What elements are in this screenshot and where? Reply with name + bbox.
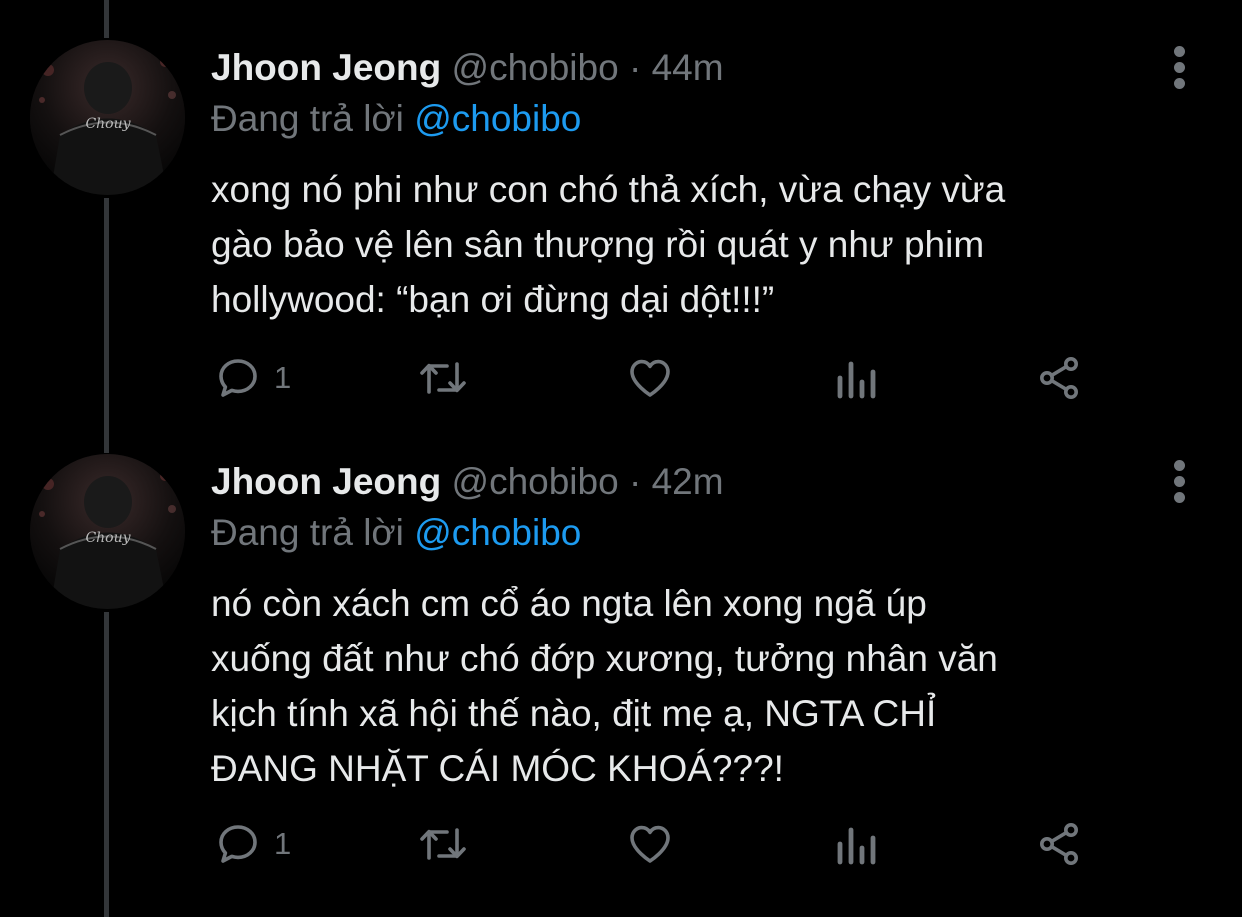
avatar-image: Chouy [30, 40, 185, 195]
share-button[interactable] [1036, 348, 1084, 408]
tweet-text: xong nó phi như con chó thả xích, vừa ch… [211, 169, 1006, 320]
retweet-icon [420, 362, 466, 394]
more-icon-dot [1174, 62, 1185, 73]
more-icon-dot [1174, 492, 1185, 503]
tweet[interactable]: Chouy Jhoon Jeong @chobibo · 42m Đang tr… [0, 440, 1242, 917]
svg-text:Chouy: Chouy [85, 530, 131, 546]
separator-dot: · [628, 461, 642, 502]
like-icon [630, 825, 670, 863]
like-button[interactable] [625, 348, 675, 408]
like-icon [630, 359, 670, 397]
replying-to: Đang trả lời @chobibo [211, 508, 581, 558]
action-bar: 1 [0, 348, 1242, 408]
separator-dot: · [628, 47, 642, 88]
author-name[interactable]: Jhoon Jeong [211, 461, 441, 502]
more-icon [1174, 460, 1185, 471]
replying-to: Đang trả lời @chobibo [211, 94, 581, 144]
tweet-text: nó còn xách cm cổ áo ngta lên xong ngã ú… [211, 583, 998, 789]
analytics-button[interactable] [834, 814, 878, 874]
like-button[interactable] [625, 814, 675, 874]
avatar-image: Chouy [30, 454, 185, 609]
more-icon-dot [1174, 78, 1185, 89]
svg-text:Chouy: Chouy [85, 116, 131, 132]
tweet-header: Jhoon Jeong @chobibo · 42m [211, 454, 724, 510]
analytics-icon [837, 827, 876, 865]
reply-button[interactable]: 1 [214, 814, 291, 874]
more-icon [1174, 46, 1185, 57]
author-handle[interactable]: @chobibo [452, 461, 619, 502]
tweet-header: Jhoon Jeong @chobibo · 44m [211, 40, 724, 96]
action-bar: 1 [0, 814, 1242, 874]
more-options-button[interactable] [1160, 454, 1200, 508]
share-icon [1040, 823, 1078, 865]
avatar[interactable]: Chouy [30, 454, 185, 609]
timestamp[interactable]: 44m [652, 47, 724, 88]
author-name[interactable]: Jhoon Jeong [211, 47, 441, 88]
reply-icon [219, 359, 257, 397]
reply-count: 1 [274, 360, 292, 395]
more-icon-dot [1174, 476, 1185, 487]
replying-prefix: Đang trả lời [211, 98, 404, 139]
author-handle[interactable]: @chobibo [452, 47, 619, 88]
reply-button[interactable]: 1 [214, 348, 291, 408]
analytics-icon [837, 361, 876, 399]
replying-mention-link[interactable]: @chobibo [414, 98, 581, 139]
reply-count: 1 [274, 826, 292, 861]
retweet-button[interactable] [414, 814, 472, 874]
replying-mention-link[interactable]: @chobibo [414, 512, 581, 553]
share-button[interactable] [1036, 814, 1084, 874]
timestamp[interactable]: 42m [652, 461, 724, 502]
retweet-button[interactable] [414, 348, 472, 408]
reply-icon [219, 825, 257, 863]
tweet[interactable]: Chouy Jhoon Jeong @chobibo · 44m Đang tr… [0, 0, 1242, 440]
avatar[interactable]: Chouy [30, 40, 185, 195]
retweet-icon [420, 828, 466, 860]
replying-prefix: Đang trả lời [211, 512, 404, 553]
more-options-button[interactable] [1160, 40, 1200, 94]
analytics-button[interactable] [834, 348, 878, 408]
share-icon [1040, 357, 1078, 399]
